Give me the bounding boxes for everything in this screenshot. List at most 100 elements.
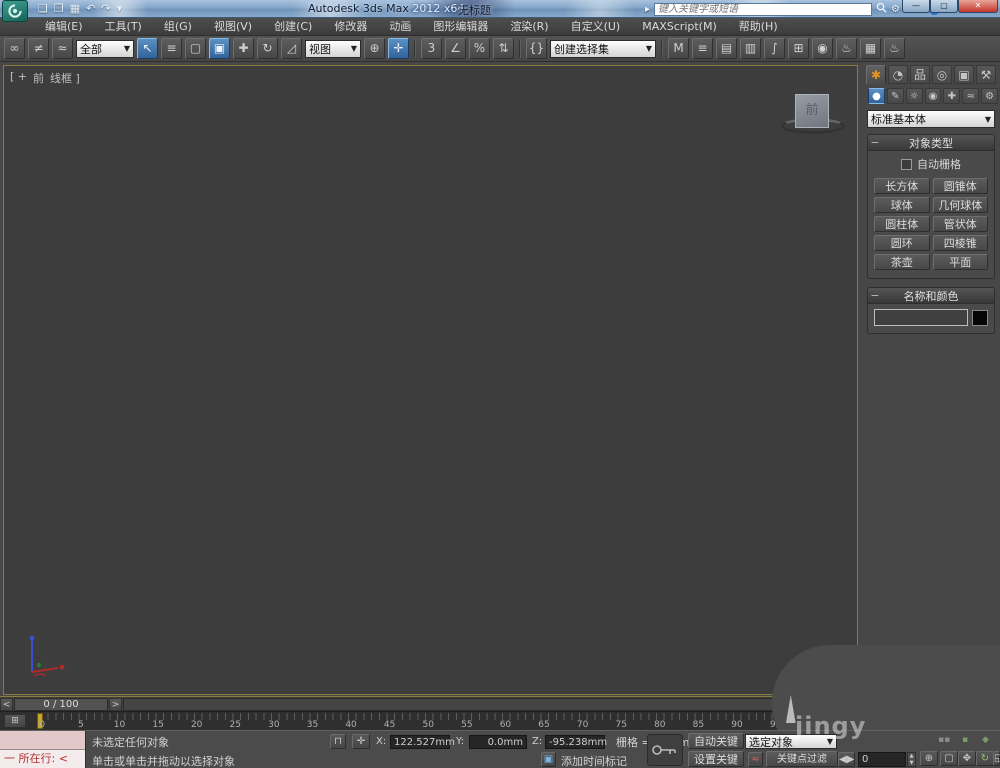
primitive-button[interactable]: 长方体	[874, 178, 930, 194]
cat-shapes[interactable]: ✎	[886, 88, 904, 104]
select-and-link-icon[interactable]: ∞	[4, 38, 25, 59]
snaps-toggle-icon[interactable]: 3	[421, 38, 442, 59]
redo-icon[interactable]: ↷	[101, 2, 110, 16]
listener-macro-line[interactable]	[0, 731, 85, 750]
rectangular-region-icon[interactable]: ▢	[185, 38, 206, 59]
maxscript-mini-listener[interactable]: 一 所在行: <	[0, 731, 86, 768]
z-coordinate-field[interactable]: -95.238mm	[545, 735, 607, 749]
menu-item[interactable]: 视图(V)	[203, 18, 263, 36]
menu-item[interactable]: 组(G)	[153, 18, 203, 36]
search-input[interactable]	[654, 2, 873, 16]
open-file-icon[interactable]: ❐	[54, 2, 64, 16]
tab-motion[interactable]: ◎	[932, 65, 952, 84]
edit-named-sets-icon[interactable]: {}	[526, 38, 547, 59]
search-icon[interactable]	[876, 2, 887, 16]
render-production-icon[interactable]: ♨	[884, 38, 905, 59]
menu-item[interactable]: 创建(C)	[263, 18, 323, 36]
previous-frame-button[interactable]: <	[0, 697, 13, 711]
cat-spacewarps[interactable]: ≈	[962, 88, 980, 104]
cat-geometry[interactable]: ●	[868, 88, 885, 104]
tab-utilities[interactable]: ⚒	[976, 65, 996, 84]
time-slider-track[interactable]	[123, 697, 862, 711]
y-coordinate-field[interactable]: 0.0mm	[469, 735, 527, 749]
named-selection-sets-dropdown[interactable]: 创建选择集 ▼	[550, 39, 656, 58]
go-to-start-icon[interactable]: ◀▶	[838, 752, 855, 767]
cat-helpers[interactable]: ✚	[943, 88, 961, 104]
new-key-curve-icon[interactable]: ≈	[748, 752, 763, 767]
menu-item[interactable]: MAXScript(M)	[631, 18, 728, 36]
zoom-region-icon[interactable]: ▢	[940, 751, 958, 766]
pan-hand-icon[interactable]: ✥	[958, 751, 976, 766]
menu-item[interactable]: 修改器	[323, 18, 378, 36]
qat-dropdown-icon[interactable]: ▾	[117, 2, 123, 16]
current-frame-field[interactable]: 0	[858, 752, 906, 767]
close-button[interactable]: ✕	[958, 0, 998, 13]
zoom-icon[interactable]: ⊕	[920, 751, 938, 766]
menu-item[interactable]: 工具(T)	[94, 18, 153, 36]
tab-display[interactable]: ▣	[954, 65, 974, 84]
track-bar[interactable]: ⊞ 05101520253035404550556065707580859095	[0, 711, 862, 730]
cat-lights[interactable]: ☼	[905, 88, 923, 104]
curve-editor-icon[interactable]: ∫	[764, 38, 785, 59]
primitive-button[interactable]: 圆锥体	[932, 178, 988, 194]
schematic-view-icon[interactable]: ⊞	[788, 38, 809, 59]
menu-item[interactable]: 图形编辑器	[422, 18, 499, 36]
object-name-field[interactable]	[874, 309, 968, 326]
viewport-menu-plus[interactable]: [ +	[10, 70, 27, 86]
select-and-manipulate-icon[interactable]: ✛	[388, 38, 409, 59]
primitive-button[interactable]: 茶壶	[874, 254, 930, 270]
select-and-move-icon[interactable]: ✚	[233, 38, 254, 59]
next-frame-button[interactable]: >	[109, 697, 122, 711]
communication-center-icon[interactable]: ⚙	[891, 4, 900, 15]
listener-script-line[interactable]: 一 所在行: <	[0, 750, 85, 768]
window-crossing-icon[interactable]: ▣	[209, 38, 230, 59]
viewport-front-wireframe[interactable]: [ + 前 线框 ] 前	[3, 65, 858, 695]
menu-item[interactable]: 渲染(R)	[499, 18, 559, 36]
primitive-button[interactable]: 平面	[932, 254, 988, 270]
menu-item[interactable]: 编辑(E)	[34, 18, 94, 36]
maximize-viewport-icon[interactable]: ◱	[993, 751, 1000, 766]
x-coordinate-field[interactable]: 122.527mm	[390, 735, 455, 749]
cat-cameras[interactable]: ◉	[924, 88, 942, 104]
primitive-type-dropdown[interactable]: 标准基本体 ▼	[867, 110, 995, 128]
new-file-icon[interactable]: ❏	[38, 2, 48, 16]
absolute-offset-mode-icon[interactable]: ✛	[352, 734, 370, 749]
percent-snap-icon[interactable]: %	[469, 38, 490, 59]
search-flyout-icon[interactable]: ▸	[645, 4, 650, 15]
unlink-selection-icon[interactable]: ≠	[28, 38, 49, 59]
primitive-button[interactable]: 圆环	[874, 235, 930, 251]
viewport-menu-shading[interactable]: 线框 ]	[50, 70, 80, 86]
menu-item[interactable]: 自定义(U)	[560, 18, 632, 36]
angle-snap-icon[interactable]: ∠	[445, 38, 466, 59]
primitive-button[interactable]: 球体	[874, 197, 930, 213]
next-key-icon-dim[interactable]: ◆	[982, 735, 989, 745]
layer-manager-icon[interactable]: ▤	[716, 38, 737, 59]
set-key-button[interactable]: 设置关键点	[688, 751, 744, 767]
cat-systems[interactable]: ⚙	[981, 88, 999, 104]
set-keys-button[interactable]	[647, 734, 683, 766]
use-pivot-center-icon[interactable]: ⊕	[364, 38, 385, 59]
play-icon-dim[interactable]: ▪	[962, 735, 968, 745]
rendered-frame-icon[interactable]: ▦	[860, 38, 881, 59]
save-file-icon[interactable]: ▦	[70, 2, 80, 16]
material-editor-icon[interactable]: ◉	[812, 38, 833, 59]
autogrid-checkbox[interactable]	[901, 158, 912, 170]
reference-coordinate-dropdown[interactable]: 视图 ▼	[305, 39, 361, 58]
bind-to-spacewarp-icon[interactable]: ≈	[52, 38, 73, 59]
select-and-rotate-icon[interactable]: ↻	[257, 38, 278, 59]
select-object-icon[interactable]: ↖	[137, 38, 158, 59]
menu-item[interactable]: 动画	[378, 18, 422, 36]
key-filters-button[interactable]: 关键点过滤器...	[766, 751, 838, 767]
orbit-icon[interactable]: ↻	[976, 751, 994, 766]
mirror-icon[interactable]: M	[668, 38, 689, 59]
menu-item[interactable]: 帮助(H)	[728, 18, 789, 36]
primitive-button[interactable]: 四棱锥	[932, 235, 988, 251]
minimize-button[interactable]: —	[902, 0, 930, 13]
select-and-scale-icon[interactable]: ◿	[281, 38, 302, 59]
selection-filter-dropdown[interactable]: 全部 ▼	[76, 39, 134, 58]
add-time-tag[interactable]: 添加时间标记	[561, 753, 627, 768]
primitive-button[interactable]: 圆柱体	[874, 216, 930, 232]
spinner-snap-icon[interactable]: ⇅	[493, 38, 514, 59]
manage-layers-icon[interactable]: ▥	[740, 38, 761, 59]
tab-create[interactable]: ✱	[866, 65, 886, 84]
